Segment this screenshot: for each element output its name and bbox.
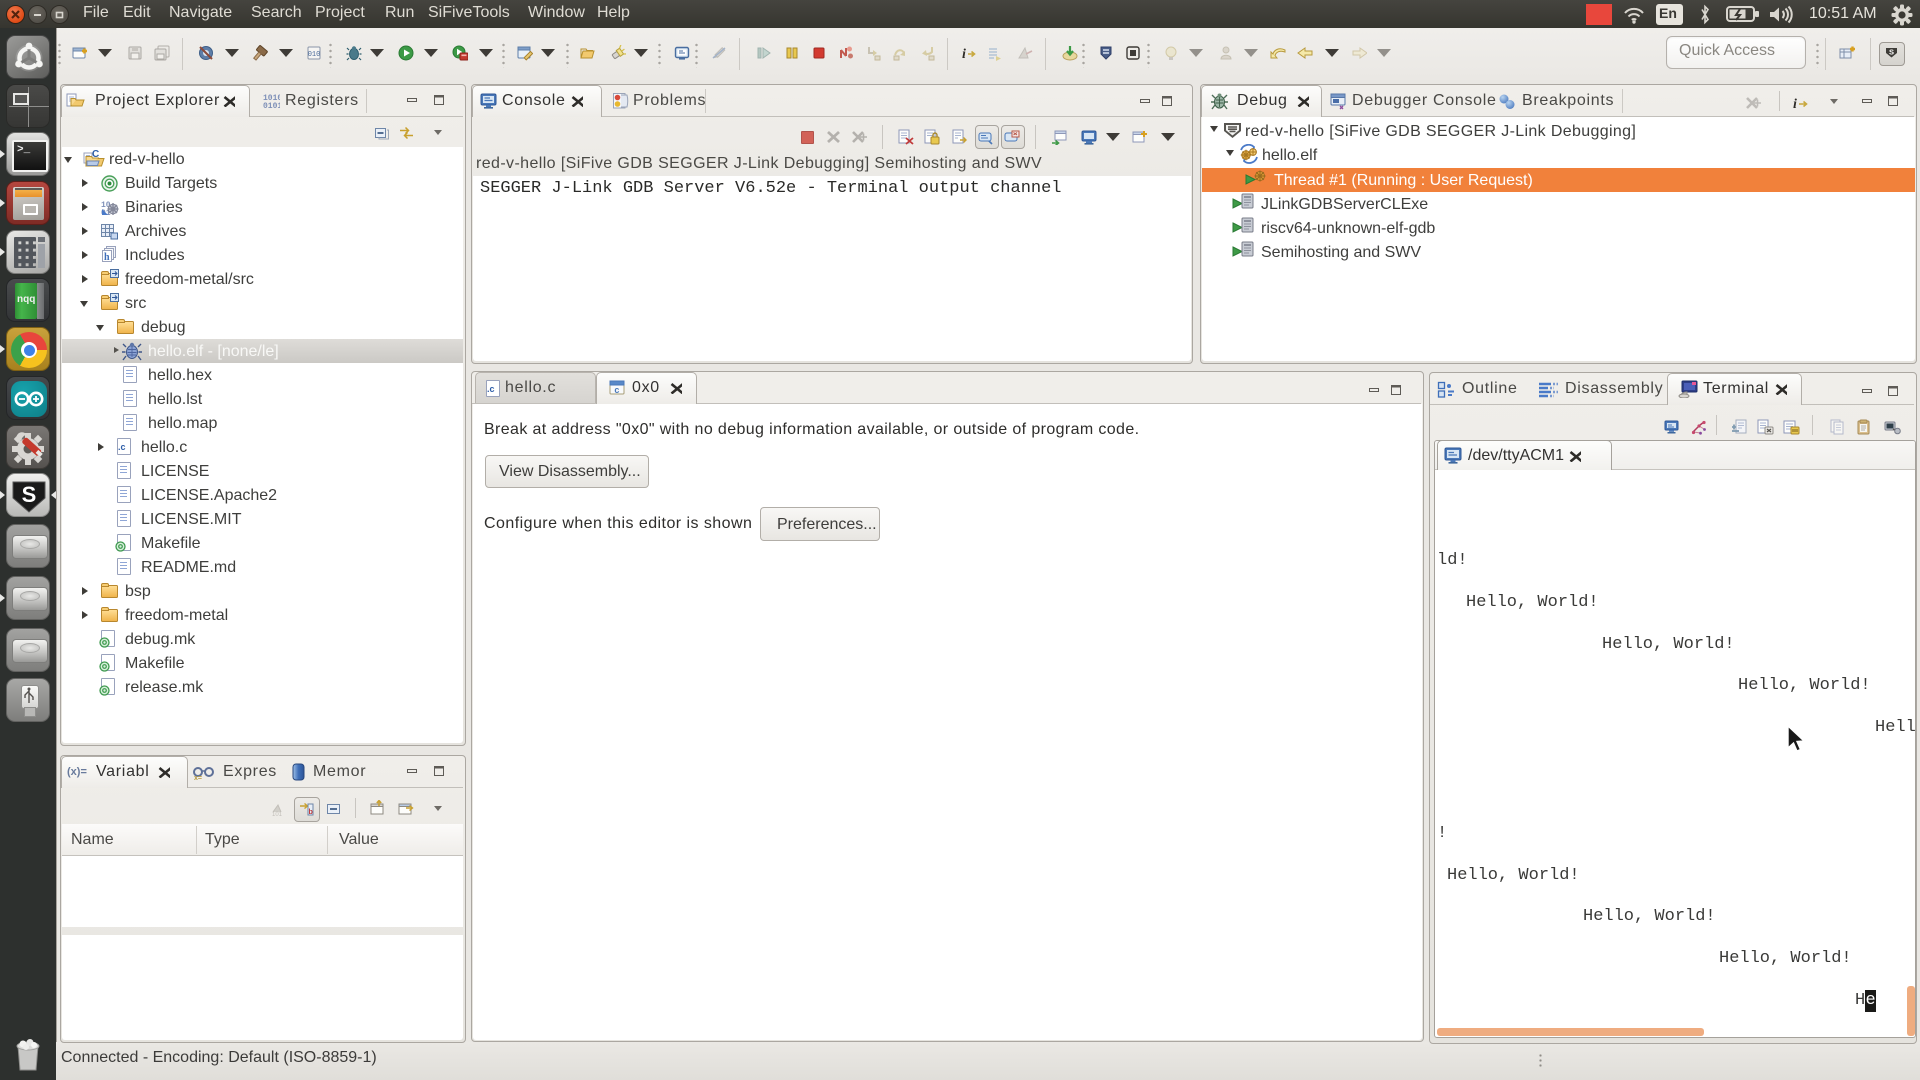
svg-text:C: C xyxy=(92,149,99,160)
svg-text:i: i xyxy=(962,47,966,61)
svg-text:0101: 0101 xyxy=(263,102,280,109)
svg-text:h: h xyxy=(104,252,110,263)
svg-text:S: S xyxy=(22,482,37,507)
svg-text:S: S xyxy=(1889,48,1894,57)
svg-text:010: 010 xyxy=(308,51,321,59)
svg-text:c: c xyxy=(614,386,619,396)
svg-text:101: 101 xyxy=(272,812,283,817)
svg-text:b: b xyxy=(309,809,313,816)
svg-text:i: i xyxy=(1793,97,1797,111)
svg-text:x=: x= xyxy=(194,775,202,781)
